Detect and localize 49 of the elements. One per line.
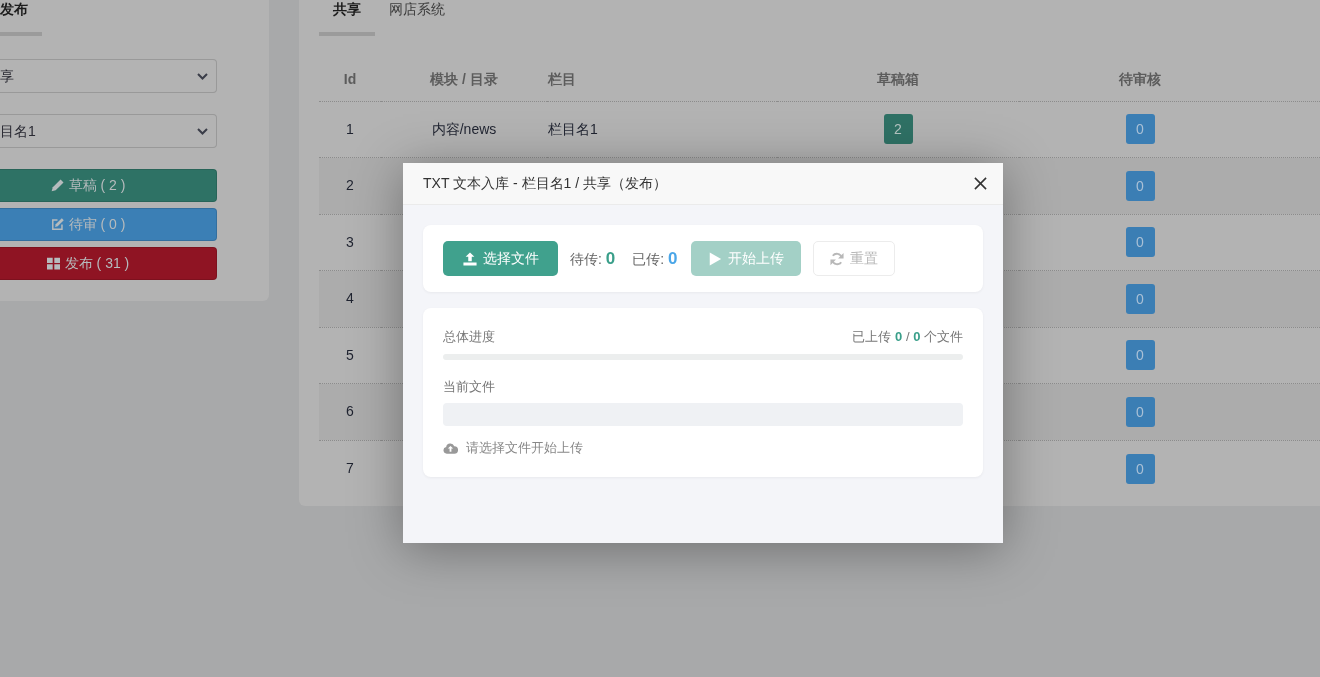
pencil-icon xyxy=(50,179,64,192)
pending-button[interactable]: 待审 ( 0 ) xyxy=(0,208,217,241)
current-file-label: 当前文件 xyxy=(443,378,496,396)
dialog-title: TXT 文本入库 - 栏目名1 / 共享（发布） xyxy=(423,174,667,193)
queued-count-text: 待传: 0 xyxy=(570,247,616,270)
table-cell: 栏目名1 xyxy=(548,120,598,137)
count-badge[interactable]: 0 xyxy=(1125,170,1155,201)
table-cell: 4 xyxy=(346,290,354,307)
count-badge[interactable]: 0 xyxy=(1125,283,1155,314)
progress-summary: 已上传 0 / 0 个文件 xyxy=(852,328,963,346)
tab[interactable]: 发布 xyxy=(0,0,42,36)
table-cell: 5 xyxy=(346,346,354,363)
table-cell: 1 xyxy=(346,120,354,137)
count-badge[interactable]: 0 xyxy=(1125,114,1155,145)
play-icon xyxy=(707,251,722,266)
grid-icon xyxy=(46,257,60,270)
chevron-down-icon xyxy=(197,127,208,135)
published-button[interactable]: 发布 ( 31 ) xyxy=(0,247,217,280)
draft-button[interactable]: 草稿 ( 2 ) xyxy=(0,169,217,202)
tab[interactable]: 共享 xyxy=(319,0,375,36)
tab[interactable]: 网店系统 xyxy=(375,0,459,36)
upload-icon xyxy=(462,251,477,266)
table-cell: 2 xyxy=(346,177,354,194)
close-icon xyxy=(974,177,987,190)
column-header: 栏目 xyxy=(547,58,777,101)
count-badge[interactable]: 0 xyxy=(1125,227,1155,258)
dropdown[interactable]: 享 xyxy=(0,59,217,93)
choose-file-button[interactable]: 选择文件 xyxy=(443,241,558,276)
column-header: 模块 / 目录 xyxy=(381,58,547,101)
chevron-down-icon xyxy=(197,72,208,80)
table-cell: 3 xyxy=(346,233,354,250)
dropdown[interactable]: 目名1 xyxy=(0,114,217,148)
table-cell: 6 xyxy=(346,403,354,420)
count-badge[interactable]: 0 xyxy=(1125,396,1155,427)
cloud-upload-icon xyxy=(443,442,458,454)
uploaded-count-text: 已传: 0 xyxy=(632,247,678,270)
count-badge[interactable]: 0 xyxy=(1125,453,1155,484)
count-badge[interactable]: 2 xyxy=(883,114,913,145)
close-button[interactable] xyxy=(974,177,987,190)
table-cell: 7 xyxy=(346,460,354,476)
count-badge[interactable]: 0 xyxy=(1125,340,1155,371)
column-header: Id xyxy=(319,58,381,101)
column-header: 草稿箱 xyxy=(777,58,1019,101)
progress-label: 总体进度 xyxy=(443,328,495,346)
hint-text: 请选择文件开始上传 xyxy=(466,439,583,457)
edit-icon xyxy=(50,218,64,231)
refresh-icon xyxy=(829,251,844,266)
table-cell: 内容/news xyxy=(431,120,497,137)
column-header: 待审核 xyxy=(1019,58,1261,101)
